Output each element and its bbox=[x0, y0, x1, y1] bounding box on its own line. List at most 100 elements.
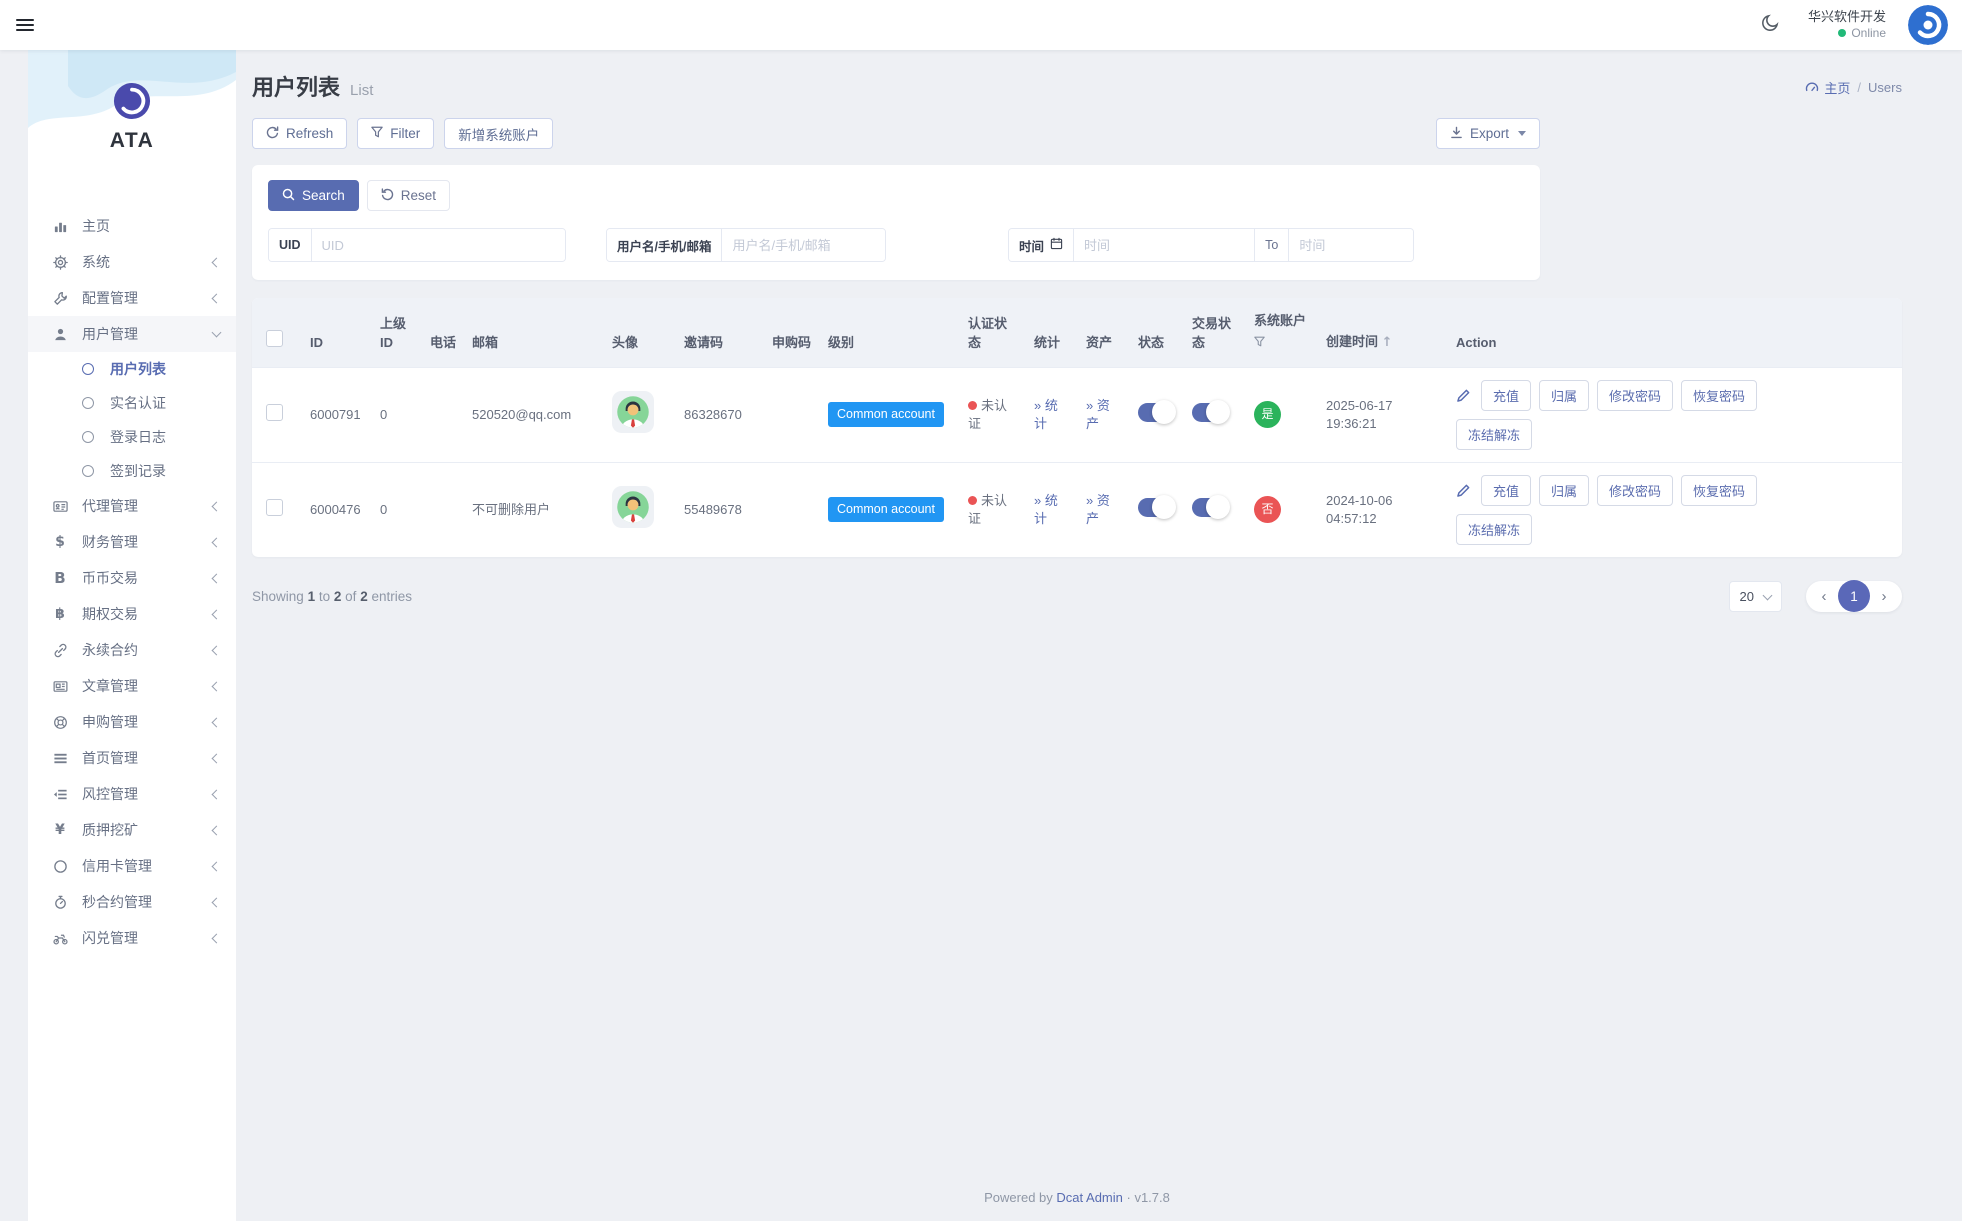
col-header-parent-id: 上级ID bbox=[372, 298, 422, 368]
cell-created-at: 2025-06-17 19:36:21 bbox=[1318, 366, 1448, 463]
sidebar-item-risk[interactable]: 风控管理 bbox=[28, 776, 236, 812]
refresh-button[interactable]: Refresh bbox=[252, 118, 348, 149]
col-header-stats: 统计 bbox=[1026, 298, 1078, 368]
col-header-action: Action bbox=[1448, 298, 1902, 368]
system-account-badge: 是 bbox=[1254, 401, 1281, 429]
attribution-button[interactable]: 归属 bbox=[1539, 474, 1590, 506]
status-toggle[interactable] bbox=[1138, 400, 1176, 425]
chevron-left-icon bbox=[211, 933, 222, 943]
cell-id: 6000791 bbox=[302, 366, 372, 463]
yen-icon: ¥ bbox=[55, 822, 65, 838]
freeze-unfreeze-button[interactable]: 冻结解冻 bbox=[1456, 513, 1533, 545]
col-header-created-at[interactable]: 创建时间 ↑ bbox=[1318, 298, 1448, 368]
stats-link[interactable]: » 统计 bbox=[1034, 398, 1058, 431]
sidebar-item-config[interactable]: 配置管理 bbox=[28, 280, 236, 316]
circle-o-icon bbox=[78, 431, 98, 443]
page-size-select[interactable]: 20 bbox=[1728, 580, 1782, 612]
sidebar-item-home[interactable]: 主页 bbox=[28, 208, 236, 244]
col-header-assets: 资产 bbox=[1078, 298, 1130, 368]
calendar-icon bbox=[1050, 237, 1063, 253]
edit-icon[interactable] bbox=[1456, 388, 1471, 403]
chevron-left-icon bbox=[211, 537, 222, 547]
change-password-button[interactable]: 修改密码 bbox=[1597, 474, 1674, 506]
edit-icon[interactable] bbox=[1456, 483, 1471, 498]
users-table-card: ID 上级ID 电话 邮箱 头像 邀请码 申购码 级别 认证状态 统计 资产 状… bbox=[252, 298, 1902, 557]
sidebar-item-system[interactable]: 系统 bbox=[28, 244, 236, 280]
recover-password-button[interactable]: 恢复密码 bbox=[1681, 379, 1758, 411]
chevron-left-icon bbox=[211, 257, 222, 267]
reset-button[interactable]: Reset bbox=[366, 180, 451, 211]
username-phone-email-input[interactable] bbox=[722, 229, 885, 261]
link-icon bbox=[50, 643, 70, 658]
freeze-unfreeze-button[interactable]: 冻结解冻 bbox=[1456, 418, 1533, 450]
assets-link[interactable]: » 资产 bbox=[1086, 493, 1110, 526]
sidebar-item-login-log[interactable]: 登录日志 bbox=[28, 420, 236, 454]
trade-status-toggle[interactable] bbox=[1192, 495, 1230, 520]
column-filter-icon[interactable] bbox=[1254, 334, 1310, 353]
user-info[interactable]: 华兴软件开发 Online bbox=[1808, 9, 1886, 40]
filter-button[interactable]: Filter bbox=[357, 118, 435, 149]
sidebar: ATA 主页 系统 配置管理 用户管理 用户列表 实名认证 登录日志 签到记录 … bbox=[28, 50, 236, 1221]
attribution-button[interactable]: 归属 bbox=[1539, 379, 1590, 411]
recharge-button[interactable]: 充值 bbox=[1481, 379, 1532, 411]
sidebar-item-agent[interactable]: 代理管理 bbox=[28, 488, 236, 524]
menu-toggle-button[interactable] bbox=[16, 12, 38, 38]
time-filter-label: 时间 bbox=[1019, 239, 1045, 254]
add-system-account-button[interactable]: 新增系统账户 bbox=[444, 118, 554, 149]
sidebar-item-options-trading[interactable]: ฿ 期权交易 bbox=[28, 596, 236, 632]
unverified-dot bbox=[968, 495, 977, 505]
sort-ascending-icon[interactable]: ↑ bbox=[1382, 335, 1393, 350]
sidebar-item-realname-auth[interactable]: 实名认证 bbox=[28, 386, 236, 420]
time-from-input[interactable] bbox=[1074, 229, 1255, 261]
page-subtitle: List bbox=[350, 82, 374, 99]
trade-status-toggle[interactable] bbox=[1192, 400, 1230, 425]
export-button[interactable]: Export bbox=[1435, 118, 1540, 149]
status-toggle[interactable] bbox=[1138, 495, 1176, 520]
sidebar-item-spot-trading[interactable]: B 币币交易 bbox=[28, 560, 236, 596]
chevron-left-icon bbox=[211, 825, 222, 835]
cell-parent-id: 0 bbox=[372, 366, 422, 463]
uid-input[interactable] bbox=[311, 229, 565, 261]
breadcrumb-current[interactable]: Users bbox=[1868, 80, 1902, 95]
select-all-checkbox[interactable] bbox=[266, 329, 283, 347]
time-to-label: To bbox=[1254, 229, 1290, 261]
row-checkbox[interactable] bbox=[266, 498, 283, 516]
sidebar-item-perpetual[interactable]: 永续合约 bbox=[28, 632, 236, 668]
col-header-phone: 电话 bbox=[422, 298, 464, 368]
btc-b-icon: B bbox=[54, 569, 66, 587]
chevron-left-icon bbox=[211, 897, 222, 907]
assets-link[interactable]: » 资产 bbox=[1086, 398, 1110, 431]
recharge-button[interactable]: 充值 bbox=[1481, 474, 1532, 506]
sidebar-item-staking[interactable]: ¥ 质押挖矿 bbox=[28, 812, 236, 848]
cell-invite-code: 86328670 bbox=[676, 366, 764, 463]
sidebar-item-credit-card[interactable]: 信用卡管理 bbox=[28, 848, 236, 884]
user-filter-group: 用户名/手机/邮箱 bbox=[606, 228, 886, 262]
change-password-button[interactable]: 修改密码 bbox=[1597, 379, 1674, 411]
next-page-button[interactable]: › bbox=[1870, 588, 1898, 605]
moon-icon bbox=[1761, 13, 1780, 37]
dark-mode-toggle[interactable] bbox=[1756, 10, 1786, 40]
search-button[interactable]: Search bbox=[268, 180, 359, 211]
sidebar-item-flash-exchange[interactable]: 闪兑管理 bbox=[28, 920, 236, 956]
sidebar-item-finance[interactable]: $ 财务管理 bbox=[28, 524, 236, 560]
sidebar-item-user-list[interactable]: 用户列表 bbox=[28, 352, 236, 386]
stats-link[interactable]: » 统计 bbox=[1034, 493, 1058, 526]
sidebar-item-articles[interactable]: 文章管理 bbox=[28, 668, 236, 704]
time-to-input[interactable] bbox=[1289, 229, 1413, 261]
user-avatar-image bbox=[612, 486, 654, 529]
sidebar-item-homepage[interactable]: 首页管理 bbox=[28, 740, 236, 776]
sidebar-item-seconds-contract[interactable]: 秒合约管理 bbox=[28, 884, 236, 920]
prev-page-button[interactable]: ‹ bbox=[1810, 588, 1838, 605]
avatar[interactable] bbox=[1908, 5, 1948, 45]
outdent-icon bbox=[50, 787, 70, 802]
recover-password-button[interactable]: 恢复密码 bbox=[1681, 474, 1758, 506]
sidebar-item-checkin-records[interactable]: 签到记录 bbox=[28, 454, 236, 488]
row-checkbox[interactable] bbox=[266, 403, 283, 421]
current-page-button[interactable]: 1 bbox=[1838, 580, 1870, 613]
stopwatch-icon bbox=[50, 895, 70, 910]
sidebar-item-subscription[interactable]: 申购管理 bbox=[28, 704, 236, 740]
dcat-admin-link[interactable]: Dcat Admin bbox=[1056, 1190, 1122, 1205]
circle-icon bbox=[50, 859, 70, 874]
breadcrumb-home[interactable]: 主页 bbox=[1805, 78, 1850, 97]
sidebar-item-user-management[interactable]: 用户管理 bbox=[28, 316, 236, 352]
